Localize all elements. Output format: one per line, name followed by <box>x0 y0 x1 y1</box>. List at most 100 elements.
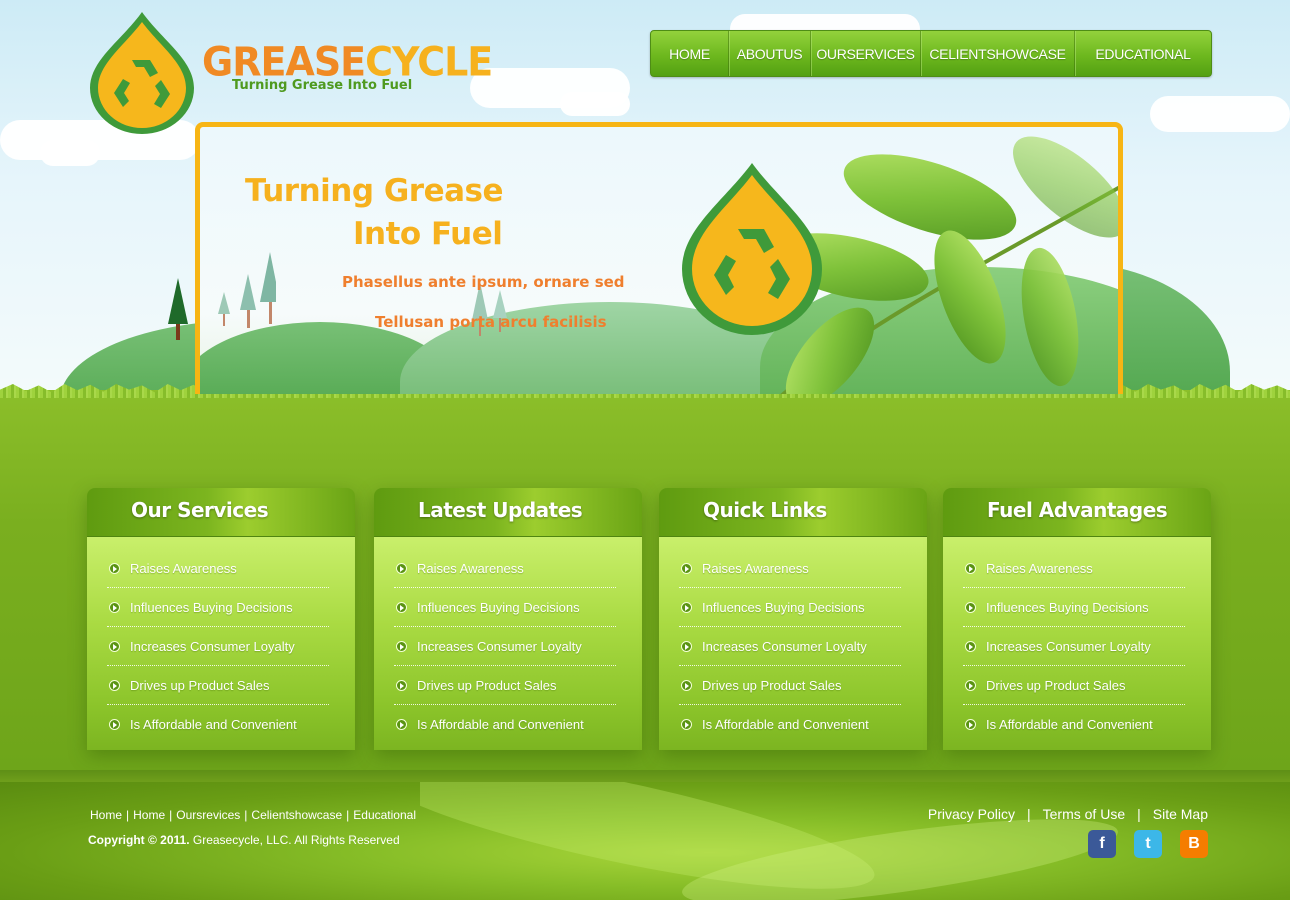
cloud-decoration <box>560 92 630 116</box>
list-item[interactable]: Drives up Product Sales <box>963 666 1185 705</box>
footer-separator: | <box>244 808 248 822</box>
list-item-label: Drives up Product Sales <box>417 677 557 693</box>
footer-link-home-2[interactable]: Home <box>133 808 165 822</box>
arrow-bullet-icon <box>396 719 407 730</box>
list-item[interactable]: Increases Consumer Loyalty <box>107 627 329 666</box>
list-item-label: Increases Consumer Loyalty <box>702 638 867 654</box>
list-item-label: Increases Consumer Loyalty <box>417 638 582 654</box>
list-item[interactable]: Is Affordable and Convenient <box>963 705 1185 744</box>
list-item-label: Influences Buying Decisions <box>702 599 865 615</box>
footer-link-educational[interactable]: Educational <box>353 808 416 822</box>
footer-link-home[interactable]: Home <box>90 808 122 822</box>
list-item[interactable]: Is Affordable and Convenient <box>394 705 616 744</box>
privacy-policy-link[interactable]: Privacy Policy <box>928 806 1015 822</box>
terms-of-use-link[interactable]: Terms of Use <box>1043 806 1125 822</box>
list-item-label: Is Affordable and Convenient <box>986 717 1153 732</box>
box-title: Our Services <box>131 498 269 522</box>
box-list: Raises Awareness Influences Buying Decisi… <box>679 549 901 744</box>
nav-educational[interactable]: EDUCATIONAL <box>1075 31 1211 76</box>
banner-headline-line1: Turning Grease <box>245 173 504 209</box>
list-item[interactable]: Raises Awareness <box>679 549 901 588</box>
list-item-label: Is Affordable and Convenient <box>417 717 584 732</box>
main-navigation: HOME ABOUTUS OURSERVICES CELIENTSHOWCASE… <box>650 30 1212 77</box>
box-header: Fuel Advantages <box>943 488 1211 537</box>
list-item[interactable]: Increases Consumer Loyalty <box>679 627 901 666</box>
list-item-label: Raises Awareness <box>702 560 809 576</box>
list-item-label: Is Affordable and Convenient <box>130 717 297 732</box>
tree-decoration <box>472 282 507 336</box>
list-item[interactable]: Raises Awareness <box>394 549 616 588</box>
arrow-bullet-icon <box>681 641 692 652</box>
arrow-bullet-icon <box>109 641 120 652</box>
arrow-bullet-icon <box>396 563 407 574</box>
box-list: Raises Awareness Influences Buying Decisi… <box>963 549 1185 744</box>
list-item[interactable]: Drives up Product Sales <box>107 666 329 705</box>
footer-separator: | <box>126 808 130 822</box>
box-header: Quick Links <box>659 488 927 537</box>
arrow-bullet-icon <box>681 680 692 691</box>
box-body: Raises Awareness Influences Buying Decisi… <box>659 537 927 750</box>
footer-link-our-services[interactable]: Oursrevices <box>176 808 240 822</box>
footer-separator: | <box>169 808 173 822</box>
nav-client-showcase[interactable]: CELIENTSHOWCASE <box>921 31 1075 76</box>
box-list: Raises Awareness Influences Buying Decisi… <box>107 549 329 744</box>
list-item[interactable]: Drives up Product Sales <box>679 666 901 705</box>
copyright-text: Copyright © 2011. Greasecycle, LLC. All … <box>88 833 400 847</box>
site-footer: Home | Home | Oursrevices | Celientshowcase | Ed… <box>0 782 1290 900</box>
site-map-link[interactable]: Site Map <box>1153 806 1208 822</box>
box-list: Raises Awareness Influences Buying Decisi… <box>394 549 616 744</box>
arrow-bullet-icon <box>681 719 692 730</box>
box-title: Quick Links <box>703 498 827 522</box>
arrow-bullet-icon <box>965 602 976 613</box>
arrow-bullet-icon <box>681 563 692 574</box>
list-item-label: Raises Awareness <box>986 560 1093 576</box>
nav-our-services[interactable]: OURSERVICES <box>811 31 921 76</box>
list-item-label: Increases Consumer Loyalty <box>130 638 295 654</box>
box-header: Our Services <box>87 488 355 537</box>
list-item[interactable]: Influences Buying Decisions <box>963 588 1185 627</box>
cloud-decoration <box>1150 96 1290 132</box>
facebook-icon[interactable]: f <box>1088 830 1116 858</box>
list-item[interactable]: Raises Awareness <box>107 549 329 588</box>
box-body: Raises Awareness Influences Buying Decisi… <box>374 537 642 750</box>
banner-subtext-line1: Phasellus ante ipsum, ornare sed <box>342 273 625 291</box>
list-item[interactable]: Is Affordable and Convenient <box>107 705 329 744</box>
list-item-label: Drives up Product Sales <box>986 677 1126 693</box>
box-quick-links: Quick Links Raises Awareness Influences Bu… <box>659 488 927 750</box>
logo-tagline: Turning Grease Into Fuel <box>232 78 413 93</box>
list-item-label: Raises Awareness <box>417 560 524 576</box>
footer-leaf-decoration <box>420 782 1118 900</box>
list-item[interactable]: Influences Buying Decisions <box>679 588 901 627</box>
list-item-label: Raises Awareness <box>130 560 237 576</box>
list-item-label: Increases Consumer Loyalty <box>986 638 1151 654</box>
box-title: Fuel Advantages <box>987 498 1168 522</box>
hero-banner: Turning Grease Into Fuel Phasellus ante … <box>195 122 1123 394</box>
site-logo[interactable]: GREASECYCLE Turning Grease Into Fuel <box>88 10 493 135</box>
box-our-services: Our Services Raises Awareness Influences B… <box>87 488 355 750</box>
list-item[interactable]: Raises Awareness <box>963 549 1185 588</box>
footer-link-client-showcase[interactable]: Celientshowcase <box>251 808 342 822</box>
box-title: Latest Updates <box>418 498 583 522</box>
list-item[interactable]: Increases Consumer Loyalty <box>963 627 1185 666</box>
list-item-label: Drives up Product Sales <box>130 677 270 693</box>
arrow-bullet-icon <box>396 641 407 652</box>
legal-separator: | <box>1027 806 1031 822</box>
box-body: Raises Awareness Influences Buying Decisi… <box>943 537 1211 750</box>
list-item[interactable]: Influences Buying Decisions <box>394 588 616 627</box>
arrow-bullet-icon <box>965 563 976 574</box>
list-item-label: Is Affordable and Convenient <box>702 717 869 732</box>
box-header: Latest Updates <box>374 488 642 537</box>
box-latest-updates: Latest Updates Raises Awareness Influences… <box>374 488 642 750</box>
recycle-drop-logo-icon <box>90 12 194 134</box>
list-item[interactable]: Increases Consumer Loyalty <box>394 627 616 666</box>
nav-about-us[interactable]: ABOUTUS <box>729 31 811 76</box>
list-item[interactable]: Is Affordable and Convenient <box>679 705 901 744</box>
list-item[interactable]: Influences Buying Decisions <box>107 588 329 627</box>
blogger-icon[interactable]: B <box>1180 830 1208 858</box>
list-item-label: Influences Buying Decisions <box>986 599 1149 615</box>
twitter-icon[interactable]: t <box>1134 830 1162 858</box>
footer-divider <box>0 770 1290 782</box>
list-item[interactable]: Drives up Product Sales <box>394 666 616 705</box>
arrow-bullet-icon <box>109 563 120 574</box>
nav-home[interactable]: HOME <box>651 31 729 76</box>
